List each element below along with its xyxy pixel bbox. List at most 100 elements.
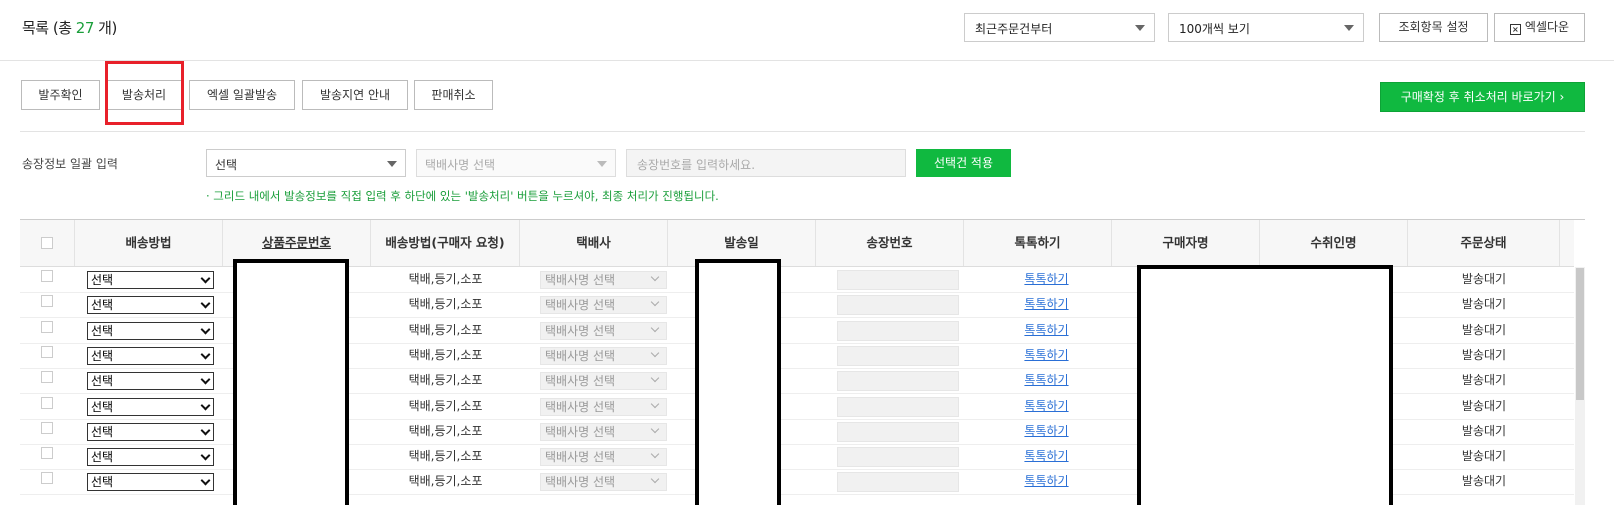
row-courier-select[interactable]: 택배사명 선택 (540, 296, 667, 315)
row-courier-select[interactable]: 택배사명 선택 (540, 397, 667, 416)
bulk-invoice-input[interactable]: 송장번호를 입력하세요. (626, 149, 906, 177)
row-invoice-input[interactable] (837, 472, 959, 493)
row-invoice-input[interactable] (837, 295, 959, 316)
excel-bulk-ship-button[interactable]: 엑셀 일괄발송 (189, 80, 295, 110)
list-header: 목록 (총 27 개) 최근주문건부터 100개씩 보기 조회항목 설정 × 엑셀… (0, 0, 1614, 61)
row-invoice-input[interactable] (837, 270, 959, 290)
row-courier-select[interactable]: 택배사명 선택 (540, 448, 667, 467)
row-requested-method: 택배,등기,소포 (408, 373, 483, 388)
order-grid: 배송방법 상품주문번호 배송방법(구매자 요청) 택배사 발송일 송장번호 톡톡… (20, 219, 1585, 505)
col-courier[interactable]: 택배사 (520, 220, 668, 266)
row-talk-link[interactable]: 톡톡하기 (975, 343, 1118, 368)
col-recipient-name[interactable]: 수취인명 (1260, 220, 1408, 266)
confirm-order-button[interactable]: 발주확인 (21, 80, 100, 110)
cancel-sale-button[interactable]: 판매취소 (414, 80, 493, 110)
row-checkbox[interactable] (41, 421, 53, 434)
row-method-select[interactable]: 선택 (87, 296, 214, 315)
excel-icon: × (1509, 24, 1521, 35)
row-courier-select[interactable]: 택배사명 선택 (540, 271, 667, 289)
row-talk-link[interactable]: 톡톡하기 (975, 469, 1118, 494)
row-checkbox[interactable] (41, 371, 53, 384)
row-checkbox[interactable] (41, 396, 53, 409)
row-talk-link[interactable]: 톡톡하기 (975, 318, 1118, 343)
row-invoice-input[interactable] (837, 396, 959, 417)
col-buyer-name[interactable]: 구매자명 (1112, 220, 1260, 266)
row-courier-select[interactable]: 택배사명 선택 (540, 372, 667, 391)
row-talk-link[interactable]: 톡톡하기 (975, 394, 1118, 419)
row-courier-value: 택배사명 선택 (545, 348, 616, 363)
bulk-method-select[interactable]: 선택 (206, 149, 406, 177)
row-checkbox[interactable] (41, 345, 53, 358)
grid-scrollbar[interactable] (1575, 267, 1585, 505)
divider (20, 131, 1585, 132)
col-talk[interactable]: 톡톡하기 (964, 220, 1112, 266)
chevron-down-icon (1135, 25, 1145, 31)
go-cancel-after-confirm-button[interactable]: 구매확정 후 취소처리 바로가기 › (1380, 82, 1585, 112)
bulk-courier-value: 택배사명 선택 (425, 158, 496, 172)
row-invoice-input[interactable] (837, 447, 959, 468)
row-talk-link[interactable]: 톡톡하기 (975, 419, 1118, 444)
row-invoice-input[interactable] (837, 320, 959, 341)
highlight-box (105, 61, 184, 125)
column-setting-button[interactable]: 조회항목 설정 (1379, 13, 1488, 42)
row-checkbox[interactable] (41, 472, 53, 485)
row-method-value: 선택 (91, 374, 114, 389)
col-delivery-method[interactable]: 배송방법 (75, 220, 223, 266)
delay-notice-button[interactable]: 발송지연 안내 (302, 80, 408, 110)
chevron-down-icon (650, 424, 660, 434)
row-method-select[interactable]: 선택 (87, 271, 214, 289)
chevron-down-icon (650, 373, 660, 383)
row-checkbox[interactable] (41, 447, 53, 460)
col-requested-method[interactable]: 배송방법(구매자 요청) (371, 220, 520, 266)
row-method-value: 선택 (91, 348, 114, 363)
row-invoice-input[interactable] (837, 421, 959, 442)
row-checkbox[interactable] (41, 295, 53, 308)
chevron-down-icon (387, 161, 397, 167)
chevron-down-icon (650, 323, 660, 332)
row-invoice-input[interactable] (837, 371, 959, 392)
chevron-down-icon (200, 349, 211, 360)
row-talk-link[interactable]: 톡톡하기 (975, 368, 1118, 393)
row-method-select[interactable]: 선택 (87, 422, 214, 441)
page-size-select[interactable]: 100개씩 보기 (1168, 13, 1364, 42)
page-size-select-value: 100개씩 보기 (1179, 22, 1250, 36)
sort-select[interactable]: 최근주문건부터 (964, 13, 1155, 42)
row-method-select[interactable]: 선택 (87, 448, 214, 467)
col-order-status[interactable]: 주문상태 (1408, 220, 1560, 266)
select-all-checkbox[interactable] (41, 237, 53, 249)
row-invoice-input[interactable] (837, 345, 959, 366)
chevron-down-icon (650, 399, 660, 408)
bulk-method-value: 선택 (215, 158, 238, 172)
row-method-select[interactable]: 선택 (87, 321, 214, 340)
row-requested-method: 택배,등기,소포 (408, 398, 483, 413)
row-method-value: 선택 (91, 399, 114, 414)
scrollbar-thumb[interactable] (1576, 268, 1584, 400)
excel-download-button[interactable]: × 엑셀다운 (1494, 13, 1585, 42)
row-checkbox[interactable] (41, 320, 53, 333)
row-courier-select[interactable]: 택배사명 선택 (540, 346, 667, 365)
row-method-select[interactable]: 선택 (87, 372, 214, 391)
row-courier-select[interactable]: 택배사명 선택 (540, 422, 667, 441)
row-courier-select[interactable]: 택배사명 선택 (540, 473, 667, 492)
chevron-down-icon (200, 475, 211, 486)
col-invoice-no[interactable]: 송장번호 (816, 220, 964, 266)
row-method-select[interactable]: 선택 (87, 346, 214, 365)
row-method-value: 선택 (91, 450, 114, 465)
row-talk-link[interactable]: 톡톡하기 (975, 444, 1118, 469)
bulk-input-label: 송장정보 일괄 입력 (22, 157, 118, 171)
apply-selected-button[interactable]: 선택건 적용 (916, 149, 1011, 177)
chevron-down-icon (200, 374, 211, 385)
row-checkbox[interactable] (41, 270, 53, 282)
row-courier-select[interactable]: 택배사명 선택 (540, 321, 667, 340)
bulk-courier-select[interactable]: 택배사명 선택 (416, 149, 616, 177)
redacted-names (1137, 265, 1393, 505)
row-method-select[interactable]: 선택 (87, 473, 214, 492)
row-courier-value: 택배사명 선택 (545, 475, 616, 490)
row-talk-link[interactable]: 톡톡하기 (975, 267, 1118, 292)
row-method-select[interactable]: 선택 (87, 397, 214, 416)
row-order-status: 발송대기 (1461, 272, 1507, 286)
row-courier-value: 택배사명 선택 (545, 399, 616, 414)
row-talk-link[interactable]: 톡톡하기 (975, 292, 1118, 317)
page-title: 목록 (총 27 개) (22, 17, 117, 38)
row-requested-method: 택배,등기,소포 (408, 322, 483, 337)
